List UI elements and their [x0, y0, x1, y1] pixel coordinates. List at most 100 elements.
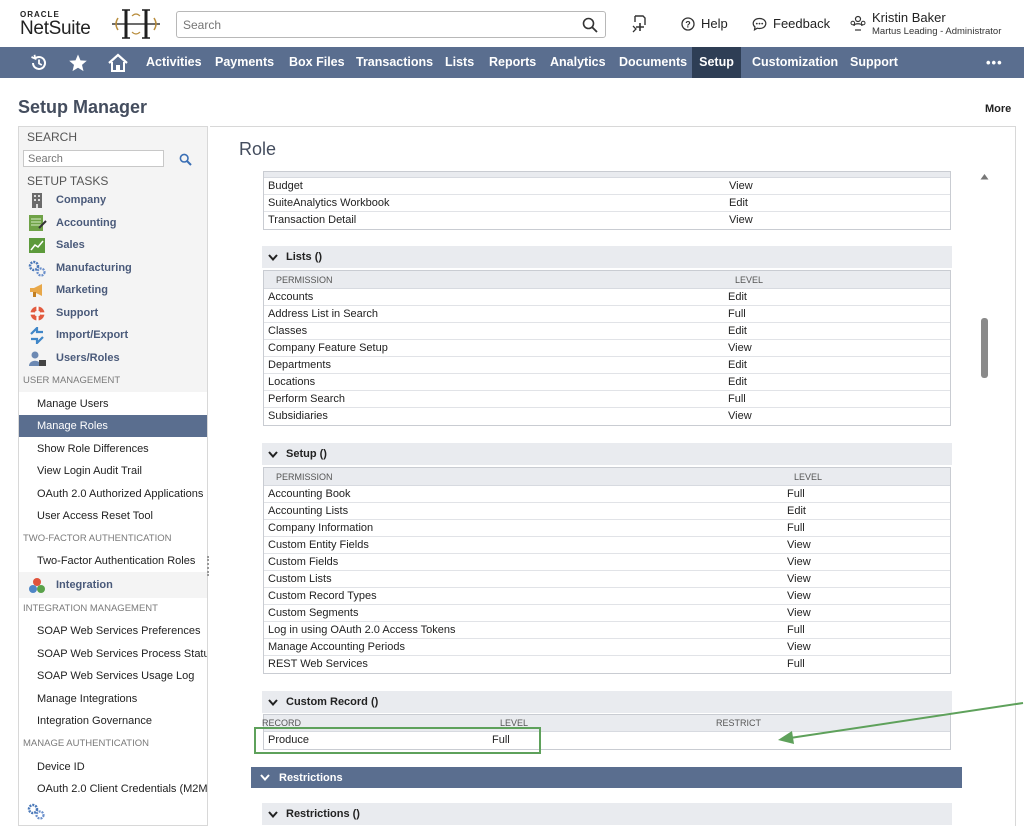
global-header: ORACLE NetSuite ? Help Feedback: [0, 0, 1024, 47]
link-oauth-authorized-apps[interactable]: OAuth 2.0 Authorized Applications: [19, 483, 207, 505]
setup-tasks-label: SETUP TASKS: [27, 174, 109, 188]
task-import-export[interactable]: Import/Export: [27, 325, 128, 345]
table-row: REST Web Services Full: [268, 658, 805, 670]
setup-search-input[interactable]: [23, 150, 164, 167]
user-role: Martus Leading - Administrator: [872, 26, 1002, 37]
link-soap-preferences[interactable]: SOAP Web Services Preferences: [19, 620, 207, 642]
task-accounting-label: Accounting: [56, 217, 117, 229]
nav-activities[interactable]: Activities: [138, 47, 210, 78]
link-manage-integrations[interactable]: Manage Integrations: [19, 688, 207, 710]
search-icon[interactable]: [581, 16, 599, 34]
task-import-export-label: Import/Export: [56, 329, 129, 341]
nav-payments[interactable]: Payments: [207, 47, 282, 78]
table-row: Log in using OAuth 2.0 Access Tokens Full: [264, 622, 950, 639]
highlight-annotation-box: [254, 727, 541, 754]
custom-record-section-title: Custom Record (): [286, 696, 379, 708]
task-support-label: Support: [56, 307, 99, 319]
global-search-box[interactable]: [176, 11, 606, 38]
col-permission: PERMISSION: [276, 472, 333, 482]
col-restrict: RESTRICT: [716, 718, 761, 728]
link-user-access-reset-tool[interactable]: User Access Reset Tool: [19, 505, 207, 527]
link-soap-usage-log[interactable]: SOAP Web Services Usage Log: [19, 665, 207, 687]
task-company-label: Company: [56, 194, 107, 206]
task-manufacturing-label: Manufacturing: [56, 262, 132, 274]
favorites-star-icon[interactable]: [67, 47, 89, 78]
task-users-roles[interactable]: Users/Roles: [27, 348, 120, 368]
table-row: Accounts Edit: [264, 289, 950, 306]
table-row: Departments Edit: [264, 357, 950, 374]
link-soap-process-status[interactable]: SOAP Web Services Process Status: [19, 643, 207, 665]
task-support[interactable]: Support: [27, 303, 98, 323]
annotation-arrow-icon: [778, 702, 1024, 744]
home-icon[interactable]: [106, 47, 130, 78]
more-link[interactable]: More: [985, 103, 1011, 115]
nav-more-icon[interactable]: •••: [978, 47, 1011, 78]
link-view-login-audit-trail[interactable]: View Login Audit Trail: [19, 460, 207, 482]
table-row: Custom Lists View: [264, 571, 950, 588]
nav-transactions[interactable]: Transactions: [348, 47, 441, 78]
table-row: SuiteAnalytics Workbook Edit: [264, 195, 950, 212]
nav-reports[interactable]: Reports: [481, 47, 544, 78]
setup-section-header[interactable]: Setup (): [262, 443, 952, 465]
table-row: Custom Fields View: [264, 554, 950, 571]
scroll-up-arrow-icon[interactable]: [980, 173, 989, 180]
table-row: Classes Edit: [264, 323, 950, 340]
role-title: Role: [239, 139, 277, 159]
recent-history-icon[interactable]: [28, 47, 50, 78]
logo-netsuite-text: NetSuite: [20, 18, 91, 39]
nav-analytics[interactable]: Analytics: [542, 47, 614, 78]
setup-search-icon[interactable]: [179, 153, 192, 166]
task-company[interactable]: Company: [27, 190, 106, 210]
table-row: Manage Accounting Periods View: [264, 639, 950, 656]
restrictions-subtab-header[interactable]: Restrictions: [251, 767, 962, 788]
ledger-icon: [27, 214, 47, 232]
link-show-role-differences[interactable]: Show Role Differences: [19, 438, 207, 460]
chevron-down-icon: [268, 253, 278, 261]
chevron-down-icon: [268, 698, 278, 706]
link-device-id[interactable]: Device ID: [19, 756, 207, 778]
link-manage-roles[interactable]: Manage Roles: [19, 415, 207, 437]
col-level: LEVEL: [735, 275, 764, 285]
netsuite-logo[interactable]: ORACLE NetSuite: [20, 10, 91, 39]
restrictions-section-header[interactable]: Restrictions (): [262, 803, 952, 825]
task-integration[interactable]: Integration: [19, 572, 207, 598]
reports-permissions-table: Budget View SuiteAnalytics Workbook Edit T…: [263, 171, 951, 230]
two-factor-heading: TWO-FACTOR AUTHENTICATION: [19, 528, 207, 550]
task-manufacturing[interactable]: Manufacturing: [27, 258, 132, 278]
nav-support[interactable]: Support: [842, 47, 906, 78]
nav-documents[interactable]: Documents: [611, 47, 695, 78]
chevron-down-icon: [260, 774, 270, 781]
main-nav-bar: Activities Payments Box Files Transactio…: [0, 47, 1024, 78]
lists-section-header[interactable]: Lists (): [262, 246, 952, 268]
help-label: Help: [701, 16, 728, 31]
link-manage-users[interactable]: Manage Users: [19, 393, 207, 415]
nav-customization[interactable]: Customization: [744, 47, 846, 78]
setup-table-header: PERMISSION LEVEL: [264, 468, 950, 486]
nav-box-files[interactable]: Box Files: [281, 47, 353, 78]
table-row: Budget View: [264, 178, 950, 195]
gears-icon: [27, 259, 47, 277]
feedback-link[interactable]: Feedback: [752, 16, 830, 31]
link-two-factor-roles[interactable]: Two-Factor Authentication Roles: [19, 550, 207, 572]
import-export-icon: [27, 326, 47, 344]
table-row: Address List in Search Full: [264, 306, 950, 323]
restrictions-section-title: Restrictions (): [286, 808, 360, 820]
restrictions-bar-title: Restrictions: [279, 771, 343, 784]
help-icon: ?: [681, 16, 695, 31]
link-oauth-client-credentials[interactable]: OAuth 2.0 Client Credentials (M2M) Setup: [19, 778, 207, 800]
task-sales[interactable]: Sales: [27, 235, 85, 255]
link-integration-governance[interactable]: Integration Governance: [19, 710, 207, 732]
help-link[interactable]: ? Help: [681, 16, 728, 31]
recent-records-icon[interactable]: [631, 14, 649, 34]
building-icon: [27, 191, 47, 209]
setup-section-title: Setup (): [286, 448, 327, 460]
task-accounting[interactable]: Accounting: [27, 213, 117, 233]
nav-lists[interactable]: Lists: [437, 47, 482, 78]
nav-setup[interactable]: Setup: [692, 47, 741, 78]
user-roles-icon: [850, 15, 866, 31]
global-search-input[interactable]: [177, 12, 557, 37]
table-row: Transaction Detail View: [268, 214, 753, 226]
task-marketing[interactable]: Marketing: [27, 280, 108, 300]
task-integration-label: Integration: [56, 579, 113, 591]
vertical-scrollbar-thumb[interactable]: [981, 318, 988, 378]
